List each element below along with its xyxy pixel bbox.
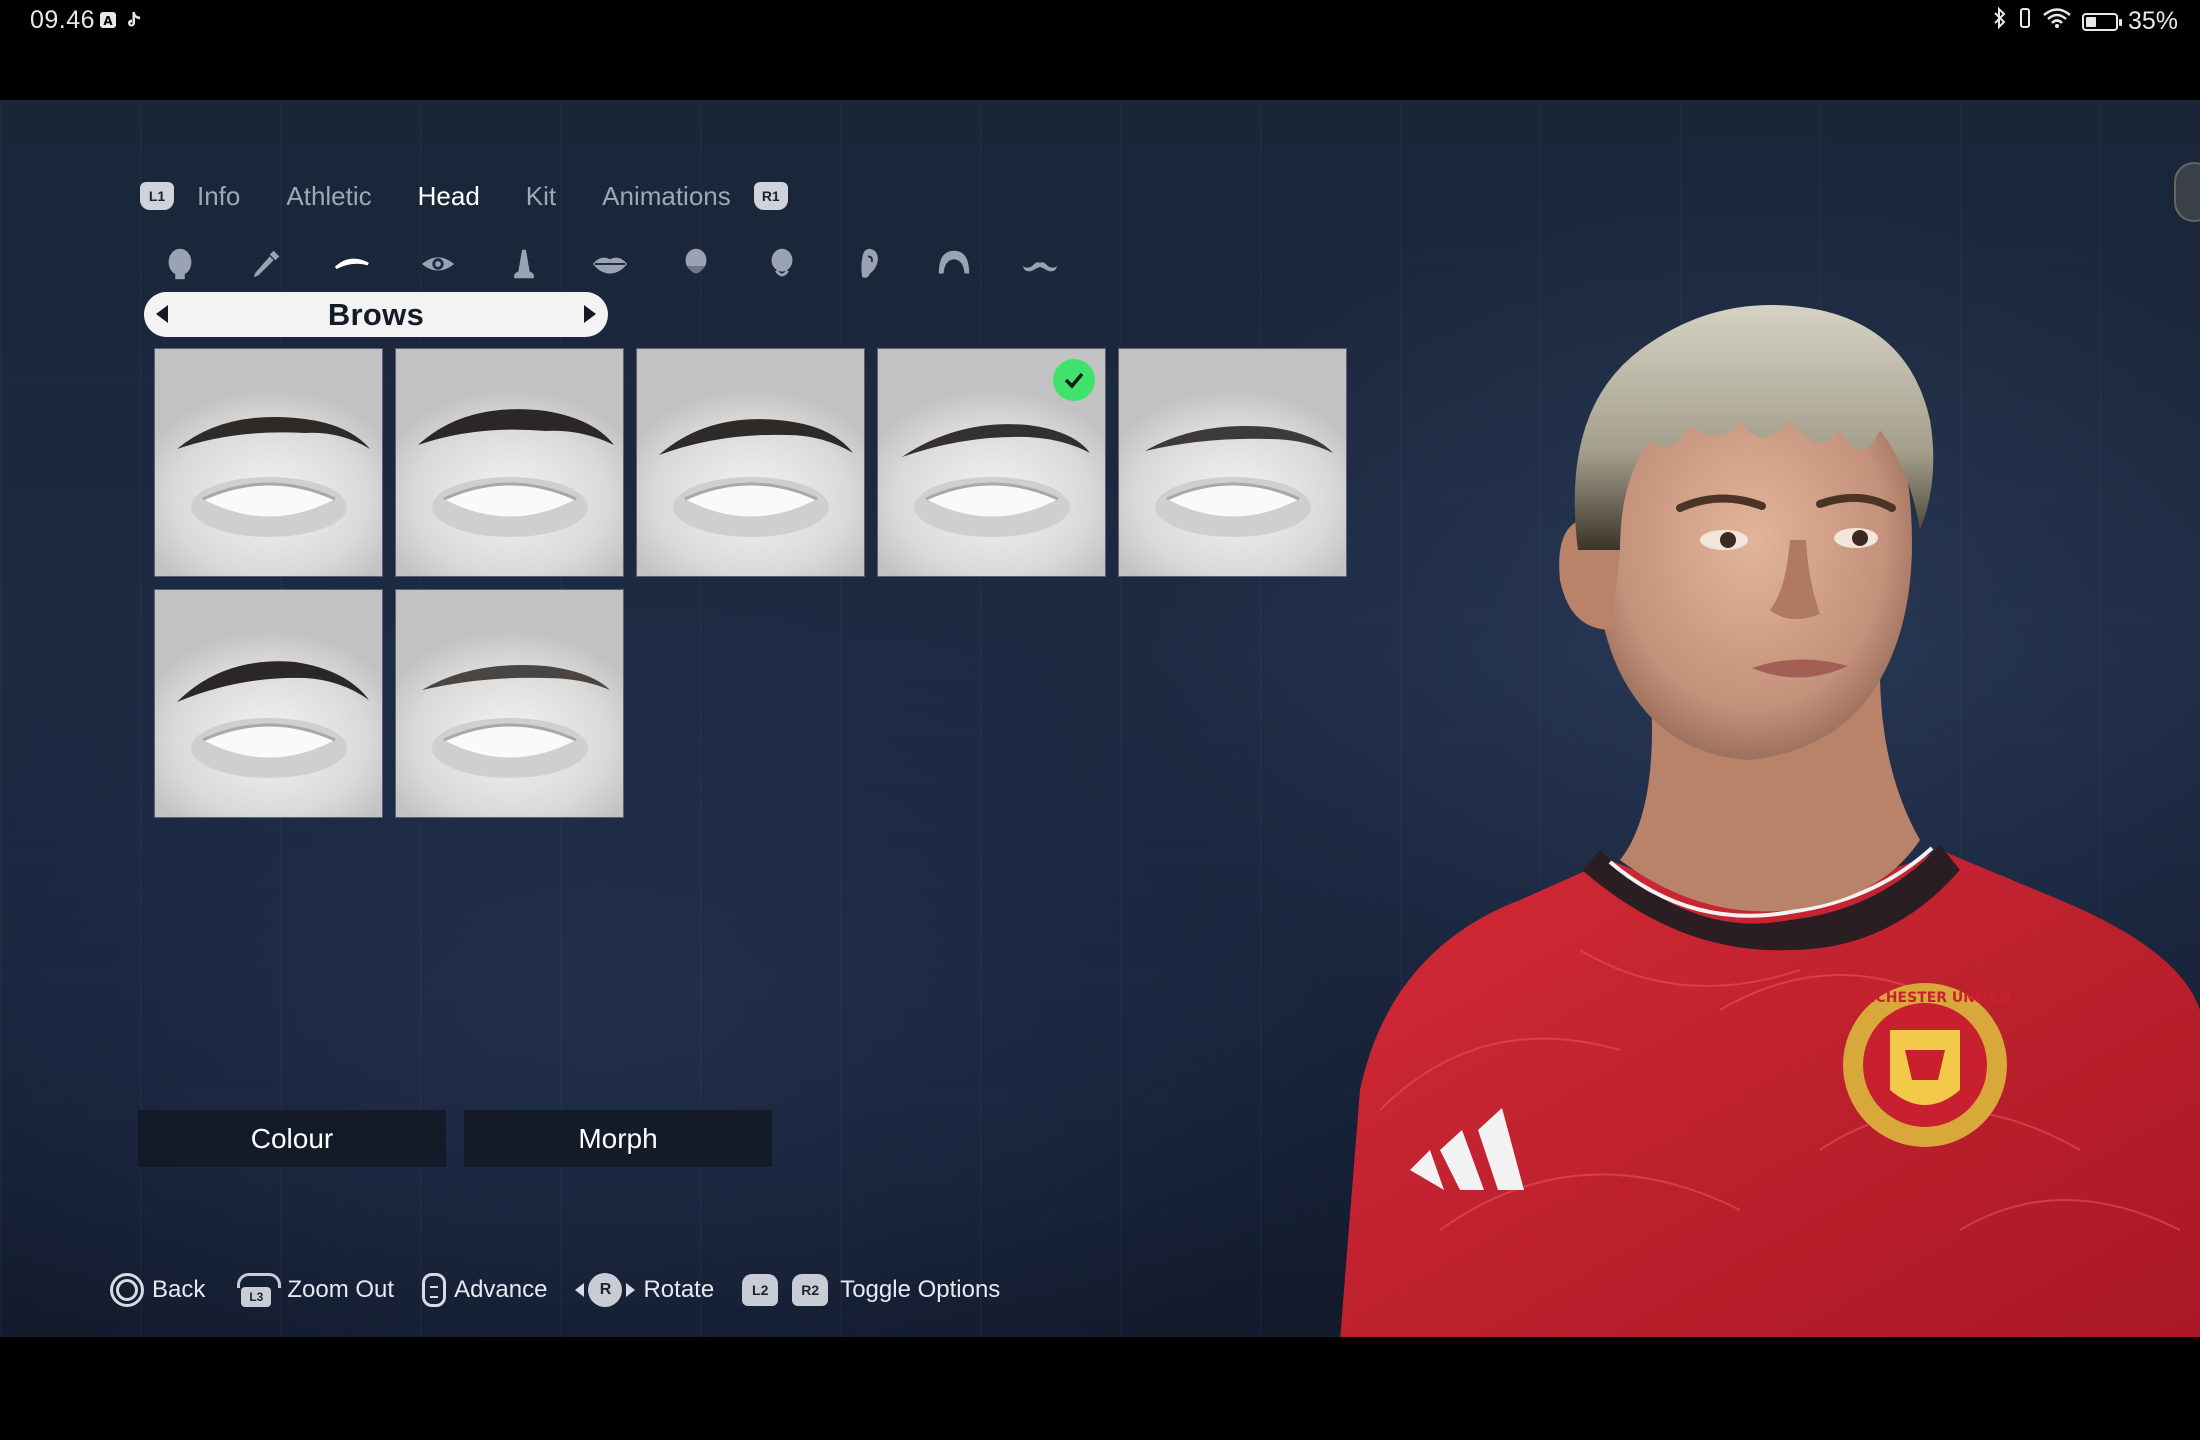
brow-option-5[interactable]	[1118, 348, 1347, 577]
brow-option-1[interactable]	[154, 348, 383, 577]
eye-icon[interactable]	[416, 242, 460, 286]
ear-icon[interactable]	[846, 242, 890, 286]
brow-option-6[interactable]	[154, 589, 383, 818]
chin-icon[interactable]	[760, 242, 804, 286]
player-model-preview[interactable]: MANCHESTER UNITED	[1320, 250, 2200, 1337]
l1-button-icon[interactable]: L1	[140, 182, 174, 210]
battery-icon	[2081, 12, 2122, 31]
tab-animations[interactable]: Animations	[602, 181, 731, 212]
head-icon[interactable]	[158, 242, 202, 286]
hint-back-label: Back	[152, 1276, 206, 1303]
hint-advance-label: Advance	[454, 1276, 548, 1303]
tiktok-icon	[124, 10, 144, 30]
hint-zoom-out-label: Zoom Out	[287, 1276, 395, 1303]
r2-button-icon: R2	[792, 1274, 829, 1306]
game-screen: L1 Info Athletic Head Kit Animations R1	[0, 100, 2200, 1337]
l2-button-icon: L2	[742, 1274, 779, 1306]
brow-option-2[interactable]	[395, 348, 624, 577]
tab-bar: L1 Info Athletic Head Kit Animations R1	[140, 176, 788, 216]
status-bar: 09.46 A 35%	[0, 0, 2200, 100]
hint-toggle-options-label: Toggle Options	[840, 1276, 1001, 1303]
head-category-bar	[158, 242, 1104, 286]
nose-icon[interactable]	[502, 242, 546, 286]
side-panel-handle[interactable]	[2174, 162, 2200, 222]
selector-next-arrow-icon[interactable]	[584, 305, 596, 323]
button-hints: Back L3 Zoom Out Advance R Rotate L2 R2 …	[110, 1268, 1028, 1312]
wifi-icon	[2042, 7, 2072, 36]
moustache-icon[interactable]	[1018, 242, 1062, 286]
brows-icon[interactable]	[330, 242, 374, 286]
selected-check-icon	[1053, 359, 1095, 401]
hint-back[interactable]: Back	[110, 1273, 205, 1307]
hint-zoom-out[interactable]: L3 Zoom Out	[233, 1273, 394, 1307]
tab-athletic[interactable]: Athletic	[286, 181, 371, 212]
brow-option-7[interactable]	[395, 589, 624, 818]
rotate-left-arrow-icon	[575, 1283, 585, 1297]
hint-advance[interactable]: Advance	[422, 1273, 547, 1307]
brow-style-6-thumbnail	[177, 661, 369, 778]
rotate-right-arrow-icon	[626, 1283, 636, 1297]
brow-style-3-thumbnail	[659, 419, 853, 537]
player-render: MANCHESTER UNITED	[1340, 305, 2200, 1337]
colour-button[interactable]: Colour	[138, 1110, 446, 1167]
brow-option-3[interactable]	[636, 348, 865, 577]
bluetooth-icon	[1992, 6, 2008, 37]
l3-button-icon: L3	[233, 1273, 282, 1307]
badge-text: MANCHESTER UNITED	[1839, 990, 2011, 1006]
a-icon: A	[98, 10, 118, 30]
selector-prev-arrow-icon[interactable]	[156, 305, 168, 323]
svg-text:A: A	[103, 14, 113, 28]
jaw-icon[interactable]	[674, 242, 718, 286]
l3-label: L3	[241, 1287, 272, 1307]
tab-info[interactable]: Info	[197, 181, 240, 212]
tab-kit[interactable]: Kit	[526, 181, 556, 212]
hint-rotate[interactable]: R Rotate	[575, 1273, 714, 1307]
brow-style-2-thumbnail	[418, 409, 614, 537]
brows-selector[interactable]: Brows	[144, 292, 608, 337]
lips-icon[interactable]	[588, 242, 632, 286]
status-time: 09.46	[30, 6, 96, 34]
hint-rotate-label: Rotate	[643, 1276, 715, 1303]
right-stick-icon: R	[588, 1273, 623, 1307]
circle-button-icon	[110, 1273, 144, 1307]
brow-style-5-thumbnail	[1145, 426, 1333, 537]
selector-label: Brows	[327, 296, 425, 332]
r1-button-icon[interactable]: R1	[753, 182, 788, 210]
brow-style-1-thumbnail	[177, 417, 370, 537]
skin-tone-dropper-icon[interactable]	[244, 242, 288, 286]
options-button-icon	[422, 1273, 447, 1307]
brow-style-7-thumbnail	[422, 665, 610, 778]
morph-button[interactable]: Morph	[464, 1110, 772, 1167]
hint-toggle-options[interactable]: L2 R2 Toggle Options	[742, 1274, 1000, 1306]
bottom-black-bar	[0, 1337, 2200, 1440]
battery-percent: 35%	[2127, 7, 2178, 35]
tab-head[interactable]: Head	[418, 181, 480, 212]
vibrate-icon	[2018, 7, 2032, 36]
hair-icon[interactable]	[932, 242, 976, 286]
brow-option-4[interactable]	[877, 348, 1106, 577]
system-status: 35%	[1992, 6, 2178, 37]
